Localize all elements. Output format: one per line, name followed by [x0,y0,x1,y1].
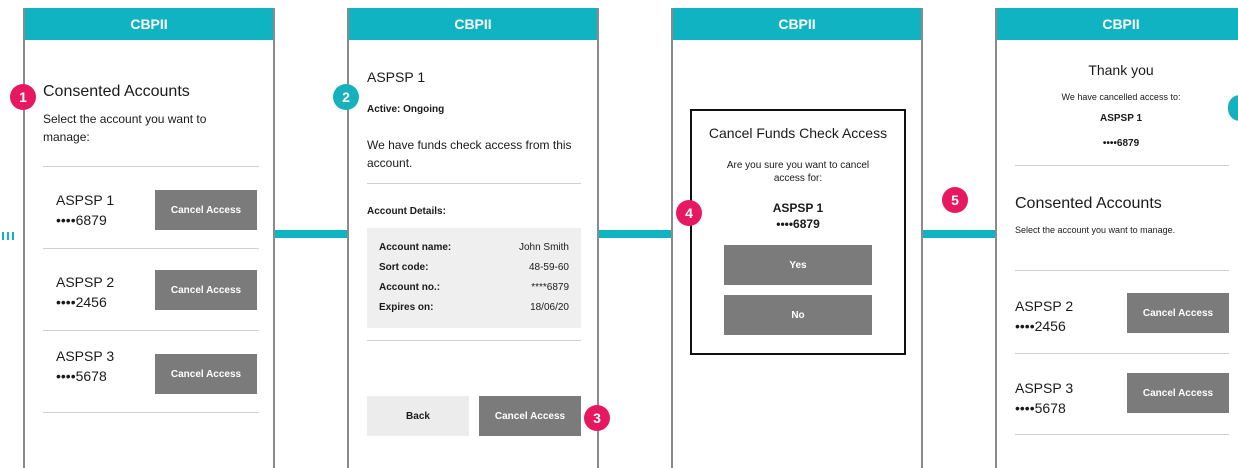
divider [1015,353,1229,354]
detail-label: Expires on: [379,302,434,313]
account-details-panel: Account name: John Smith Sort code: 48-5… [367,228,581,328]
detail-value: John Smith [518,242,569,253]
bank-name: ASPSP 1 [367,69,426,85]
cancelled-text: We have cancelled access to: [1061,92,1181,102]
dialog-bank-name: ASPSP 1 [772,201,824,215]
page-subtitle: Select the account you want to manage. [1015,225,1176,235]
step-badge: 4 [676,200,702,226]
account-number: ••••5678 [56,368,107,384]
connector-2-3 [599,230,671,238]
screen-account-detail: CBPII ASPSP 1 Active: Ongoing We have fu… [347,8,599,468]
dialog-title: Cancel Funds Check Access [708,125,888,141]
access-description: We have funds check access from this acc… [367,138,572,170]
detail-label: Account name: [379,242,452,253]
account-name: ASPSP 2 [1015,298,1074,314]
divider [367,183,581,184]
page-subtitle: Select the account you want to manage: [43,112,207,144]
detail-value: ****6879 [531,282,569,293]
account-number: ••••2456 [1015,318,1066,334]
app-header: CBPII [25,8,273,40]
thank-you-title: Thank you [1088,62,1154,78]
divider [1015,270,1229,271]
details-title: Account Details: [367,206,446,217]
detail-value: 48-59-60 [528,262,569,273]
yes-button[interactable]: Yes [724,245,872,285]
account-name: ASPSP 1 [56,192,115,208]
step-badge: 2 [333,84,359,110]
confirm-dialog: Cancel Funds Check Access Are you sure y… [690,109,906,355]
divider [43,412,259,413]
dialog-text: Are you sure you want to cancel access f… [726,160,870,184]
account-number: ••••2456 [56,294,107,310]
account-number: ••••6879 [56,212,107,228]
detail-label: Account no.: [379,282,441,293]
cancel-access-button[interactable]: Cancel Access [1127,293,1229,333]
account-number: ••••5678 [1015,400,1066,416]
account-item: ASPSP 2 ••••2456 [1015,296,1073,336]
status-label: Active: Ongoing [367,104,445,115]
dialog-account-number: ••••6879 [776,217,820,231]
connector-1-2 [275,230,347,238]
cancel-access-button[interactable]: Cancel Access [1127,373,1229,413]
account-name: ASPSP 2 [56,274,115,290]
cancel-access-button[interactable]: Cancel Access [155,354,257,394]
account-item: ASPSP 3 ••••5678 [56,346,114,386]
page-title: Consented Accounts [1015,195,1162,212]
step-badge: 5 [942,187,968,213]
divider [1015,434,1229,435]
step-badge: 1 [10,84,36,110]
screen-access-cancelled: CBPII Thank you We have cancelled access… [995,8,1238,468]
cancel-access-button[interactable]: Cancel Access [155,270,257,310]
app-header: CBPII [349,8,597,40]
detail-value: 18/06/20 [530,302,569,313]
account-name: ASPSP 3 [56,348,115,364]
screen-cancel-confirm: CBPII Cancel Funds Check Access Are you … [671,8,923,468]
account-item: ASPSP 3 ••••5678 [1015,378,1073,418]
divider [1015,165,1229,166]
app-header: CBPII [673,8,921,40]
connector-3-4 [923,230,995,238]
cancelled-account-number: ••••6879 [1102,138,1140,149]
back-button[interactable]: Back [367,396,469,436]
divider [43,330,259,331]
cancel-access-button[interactable]: Cancel Access [155,190,257,230]
divider [43,166,259,167]
flow-indicator [0,232,16,240]
account-name: ASPSP 3 [1015,380,1074,396]
account-item: ASPSP 1 ••••6879 [56,190,114,230]
app-header: CBPII [997,8,1238,40]
account-item: ASPSP 2 ••••2456 [56,272,114,312]
cancelled-bank-name: ASPSP 1 [1099,113,1143,124]
no-button[interactable]: No [724,295,872,335]
page-title: Consented Accounts [43,83,190,100]
divider [367,340,581,341]
step-badge: 3 [584,405,610,431]
screen-consented-accounts: CBPII Consented Accounts Select the acco… [23,8,275,468]
divider [43,248,259,249]
cancel-access-button[interactable]: Cancel Access [479,396,581,436]
detail-label: Sort code: [379,262,429,273]
